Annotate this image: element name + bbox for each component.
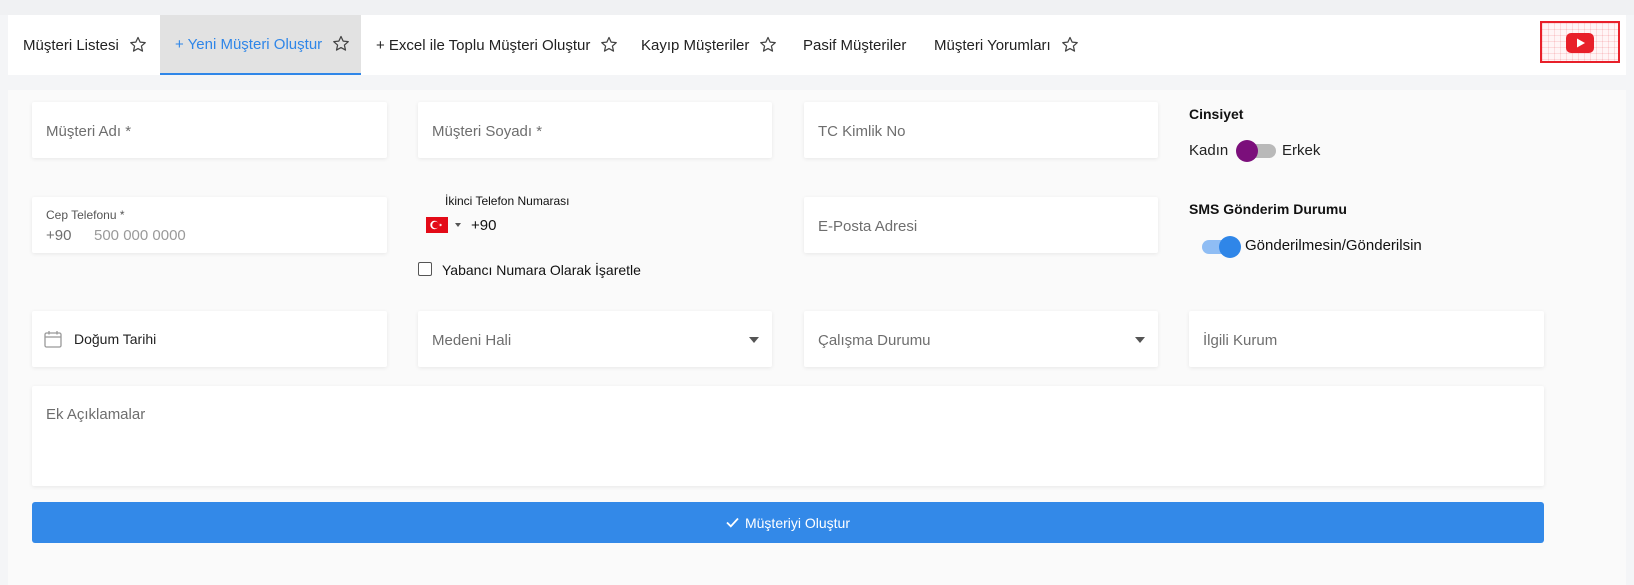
first-name-field[interactable]: Müşteri Adı * xyxy=(32,102,387,158)
employment-status-placeholder: Çalışma Durumu xyxy=(818,332,931,349)
top-strip xyxy=(0,0,1634,15)
chevron-down-icon xyxy=(1135,337,1145,343)
notes-placeholder: Ek Açıklamalar xyxy=(46,406,146,423)
country-select[interactable] xyxy=(426,215,464,235)
tab-bar: Müşteri Listesi + Yeni Müşteri Oluştur +… xyxy=(8,15,1626,75)
institution-field[interactable]: İlgili Kurum xyxy=(1189,311,1544,367)
first-name-placeholder: Müşteri Adı * xyxy=(46,123,132,140)
sms-status-label: SMS Gönderim Durumu xyxy=(1189,201,1347,217)
birth-date-field[interactable]: Doğum Tarihi xyxy=(32,311,387,367)
sms-status-value: Gönderilmesin/Gönderilsin xyxy=(1245,237,1422,254)
tab-new-customer[interactable]: + Yeni Müşteri Oluştur xyxy=(160,15,361,75)
tab-passive-customers[interactable]: Pasif Müşteriler xyxy=(803,15,906,75)
gender-male-label: Erkek xyxy=(1282,142,1321,159)
tc-no-placeholder: TC Kimlik No xyxy=(818,123,906,140)
mobile-phone-field[interactable]: Cep Telefonu * +90 500 000 0000 xyxy=(32,197,387,253)
email-placeholder: E-Posta Adresi xyxy=(818,218,918,235)
star-icon[interactable] xyxy=(1060,35,1080,55)
tab-label: Pasif Müşteriler xyxy=(803,36,907,54)
tc-no-field[interactable]: TC Kimlik No xyxy=(804,102,1158,158)
youtube-tutorial-button[interactable] xyxy=(1540,21,1620,63)
tab-customer-comments[interactable]: Müşteri Yorumları xyxy=(934,15,1080,75)
tab-label: Kayıp Müşteriler xyxy=(641,36,750,54)
star-icon[interactable] xyxy=(599,35,619,55)
new-customer-form: Müşteri Adı * Müşteri Soyadı * TC Kimlik… xyxy=(8,90,1626,585)
tab-customer-list[interactable]: Müşteri Listesi xyxy=(23,15,148,75)
chevron-down-icon xyxy=(455,223,461,227)
gender-switch-knob xyxy=(1236,140,1258,162)
marital-status-placeholder: Medeni Hali xyxy=(432,332,512,349)
sms-switch-knob xyxy=(1219,236,1241,258)
gender-switch[interactable] xyxy=(1236,140,1276,162)
notes-textarea[interactable]: Ek Açıklamalar xyxy=(32,386,1544,486)
star-icon[interactable] xyxy=(331,34,351,54)
youtube-icon xyxy=(1566,33,1594,53)
create-customer-label: Müşteriyi Oluştur xyxy=(744,514,851,531)
turkey-flag-icon xyxy=(426,217,448,233)
tab-label: Müşteri Listesi xyxy=(23,36,119,54)
tab-excel-bulk[interactable]: + Excel ile Toplu Müşteri Oluştur xyxy=(376,15,619,75)
sms-switch[interactable] xyxy=(1202,236,1241,258)
tab-label: + Yeni Müşteri Oluştur xyxy=(175,35,323,53)
star-icon[interactable] xyxy=(758,35,778,55)
calendar-icon xyxy=(44,331,62,348)
last-name-field[interactable]: Müşteri Soyadı * xyxy=(418,102,772,158)
tab-label: + Excel ile Toplu Müşteri Oluştur xyxy=(376,36,591,54)
employment-status-select[interactable]: Çalışma Durumu xyxy=(804,311,1158,367)
foreign-number-checkbox[interactable] xyxy=(418,262,432,276)
gender-label: Cinsiyet xyxy=(1189,106,1244,122)
second-phone-label: İkinci Telefon Numarası xyxy=(445,194,570,208)
mobile-phone-label: Cep Telefonu * xyxy=(46,208,125,222)
email-field[interactable]: E-Posta Adresi xyxy=(804,197,1158,253)
birth-date-placeholder: Doğum Tarihi xyxy=(74,331,157,347)
star-icon[interactable] xyxy=(128,35,148,55)
create-customer-button[interactable]: Müşteriyi Oluştur xyxy=(32,502,1544,543)
check-icon xyxy=(726,517,739,528)
foreign-number-label: Yabancı Numara Olarak İşaretle xyxy=(442,262,641,278)
marital-status-select[interactable]: Medeni Hali xyxy=(418,311,772,367)
institution-placeholder: İlgili Kurum xyxy=(1203,332,1278,349)
last-name-placeholder: Müşteri Soyadı * xyxy=(432,123,543,140)
tab-label: Müşteri Yorumları xyxy=(934,36,1051,54)
gender-female-label: Kadın xyxy=(1189,142,1229,159)
mobile-phone-placeholder: 500 000 0000 xyxy=(94,227,186,244)
second-phone-code: +90 xyxy=(471,217,497,234)
tab-lost-customers[interactable]: Kayıp Müşteriler xyxy=(641,15,778,75)
chevron-down-icon xyxy=(749,337,759,343)
mobile-phone-prefix: +90 xyxy=(46,227,72,244)
